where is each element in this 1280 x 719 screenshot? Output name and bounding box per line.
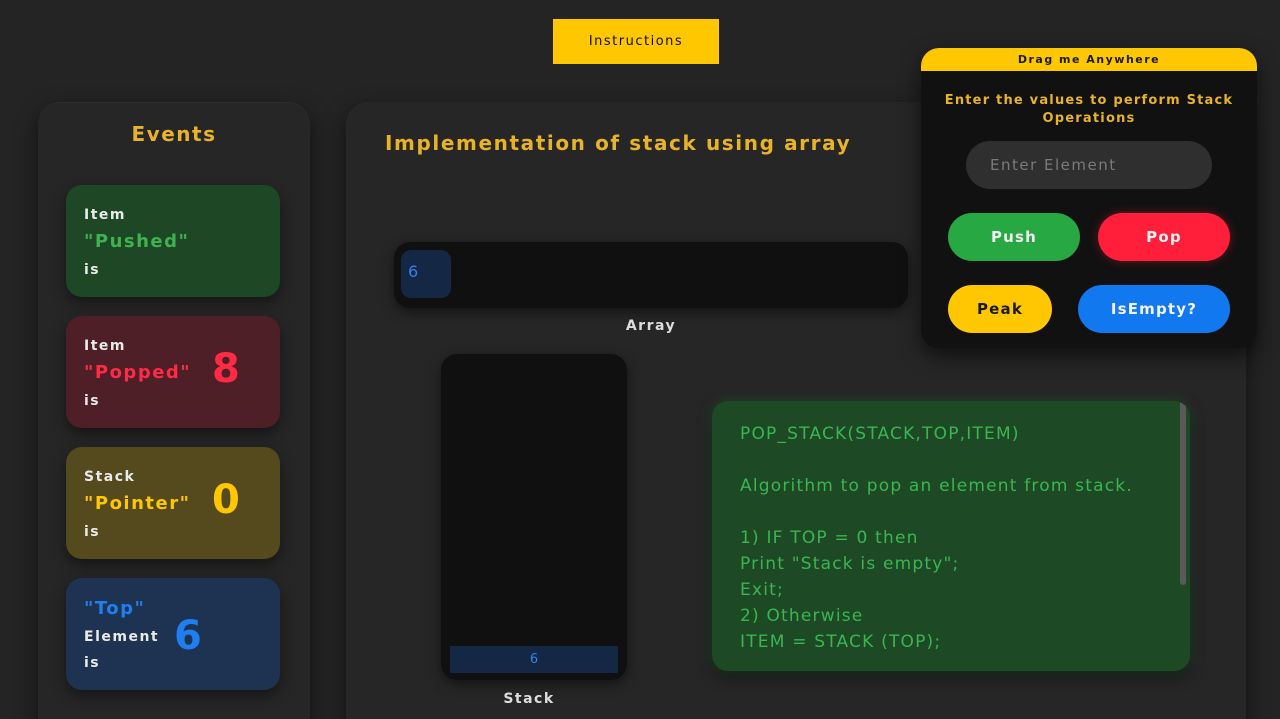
top-line3: is [84, 655, 101, 671]
instructions-button[interactable]: Instructions [553, 19, 719, 64]
popped-value: 8 [212, 346, 240, 392]
algorithm-box[interactable]: POP_STACK(STACK,TOP,ITEM) Algorithm to p… [712, 401, 1190, 671]
isempty-button[interactable]: IsEmpty? [1078, 285, 1230, 333]
control-caption: Enter the values to perform Stack Operat… [944, 93, 1234, 126]
event-card-popped: Item "Popped" is 8 [66, 316, 280, 428]
array-cell: 6 [401, 250, 451, 298]
pop-button[interactable]: Pop [1098, 213, 1230, 261]
popped-keyword: "Popped" [84, 362, 192, 383]
pointer-line3: is [84, 524, 101, 540]
popped-line1: Item [84, 338, 126, 354]
event-card-top: "Top" Element is 6 [66, 578, 280, 690]
stack-cell: 6 [450, 646, 618, 673]
event-card-pointer: Stack "Pointer" is 0 [66, 447, 280, 559]
array-container [394, 242, 908, 308]
pushed-line3: is [84, 262, 101, 278]
peak-button[interactable]: Peak [948, 285, 1052, 333]
stack-container [441, 354, 627, 680]
pushed-keyword: "Pushed" [84, 231, 190, 252]
top-value: 6 [174, 613, 202, 659]
page-title: Implementation of stack using array [385, 131, 852, 155]
push-button[interactable]: Push [948, 213, 1080, 261]
element-input[interactable] [966, 141, 1212, 189]
control-panel[interactable]: Drag me Anywhere Enter the values to per… [921, 48, 1257, 348]
pointer-keyword: "Pointer" [84, 493, 191, 514]
events-panel: Events Item "Pushed" is Item "Popped" is… [38, 102, 310, 719]
algorithm-scrollbar[interactable] [1180, 401, 1186, 585]
algorithm-text: POP_STACK(STACK,TOP,ITEM) Algorithm to p… [740, 424, 1133, 652]
pushed-line1: Item [84, 207, 126, 223]
top-line2: Element [84, 629, 160, 645]
stack-visualizer-page: Instructions Events Item "Pushed" is Ite… [0, 0, 1280, 719]
popped-line3: is [84, 393, 101, 409]
pointer-line1: Stack [84, 469, 136, 485]
event-card-pushed: Item "Pushed" is [66, 185, 280, 297]
top-keyword: "Top" [84, 598, 146, 619]
drag-handle[interactable]: Drag me Anywhere [921, 48, 1257, 71]
pointer-value: 0 [212, 477, 240, 523]
stack-label: Stack [503, 691, 555, 707]
events-title: Events [131, 122, 217, 146]
array-label: Array [625, 318, 677, 334]
